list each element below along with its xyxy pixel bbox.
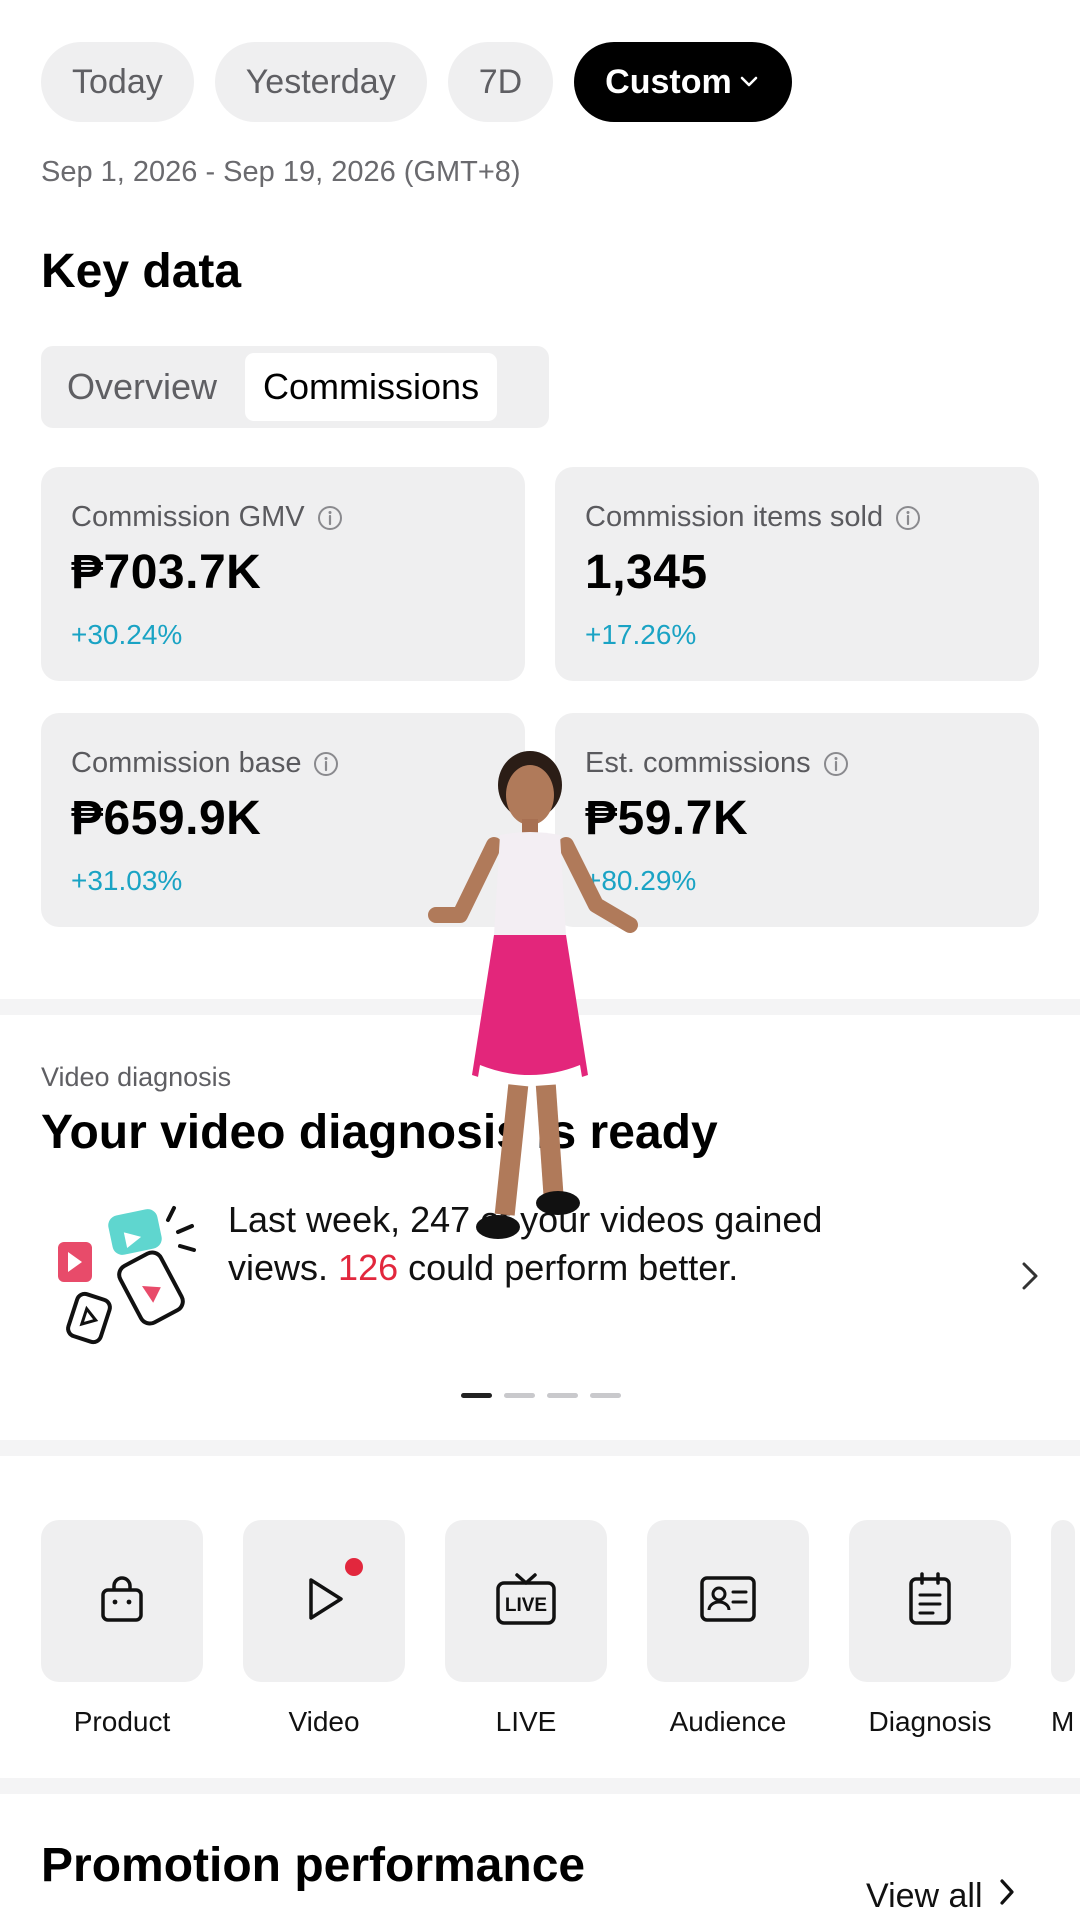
metric-label: Commission base [71, 747, 302, 779]
info-icon[interactable] [317, 505, 343, 531]
metric-delta: +30.24% [71, 619, 183, 650]
tool-video[interactable]: Video [243, 1520, 405, 1738]
chevron-right-icon [997, 1876, 1017, 1917]
carousel-dot[interactable] [504, 1393, 535, 1398]
carousel-dot[interactable] [590, 1393, 621, 1398]
carousel-dot[interactable] [547, 1393, 578, 1398]
metric-value: ₱703.7K [71, 546, 262, 599]
key-data-tabs: Overview Commissions [41, 346, 549, 428]
diagnosis-eyebrow: Video diagnosis [41, 1062, 232, 1092]
metric-delta: +31.03% [71, 865, 183, 896]
metric-value: ₱659.9K [71, 792, 262, 845]
info-icon[interactable] [823, 751, 849, 777]
info-icon[interactable] [313, 751, 339, 777]
view-all-link[interactable]: View all [866, 1876, 1017, 1917]
tab-overview[interactable]: Overview [47, 353, 237, 421]
filter-today-button[interactable]: Today [41, 42, 194, 122]
tool-diagnosis[interactable]: Diagnosis [849, 1520, 1011, 1738]
metric-label: Commission GMV [71, 501, 305, 533]
more-tool-icon [1051, 1520, 1075, 1682]
date-range-text: Sep 1, 2026 - Sep 19, 2026 (GMT+8) [41, 156, 521, 188]
tool-audience[interactable]: Audience [647, 1520, 809, 1738]
section-divider [0, 1778, 1080, 1794]
video-diagnosis-illustration-icon [52, 1200, 200, 1350]
promotion-performance-title: Promotion performance [41, 1839, 586, 1892]
tool-product[interactable]: Product [41, 1520, 203, 1738]
section-divider [0, 1440, 1080, 1456]
filter-7d-button[interactable]: 7D [447, 42, 554, 122]
tab-commissions[interactable]: Commissions [245, 353, 498, 421]
tools-row: Product Video LIVE LIVE Audience Diagnos… [41, 1520, 1075, 1738]
metric-delta: +17.26% [585, 619, 697, 650]
chevron-right-icon[interactable] [1016, 1256, 1044, 1296]
play-icon [297, 1572, 351, 1631]
metric-card-items-sold[interactable]: Commission items sold 1,345 +17.26% [555, 467, 1039, 681]
notification-dot [345, 1558, 363, 1576]
tool-live[interactable]: LIVE LIVE [445, 1520, 607, 1738]
underperforming-count: 126 [338, 1247, 399, 1288]
carousel-dot[interactable] [461, 1393, 492, 1398]
metric-label: Commission items sold [585, 501, 884, 533]
tool-more[interactable]: Ma [1051, 1520, 1075, 1738]
carousel-indicator [461, 1393, 621, 1398]
date-filter-pills: Today Yesterday 7D Custom [41, 42, 792, 122]
live-tv-icon: LIVE [495, 1571, 557, 1632]
info-icon[interactable] [895, 505, 921, 531]
id-card-icon [699, 1574, 757, 1629]
key-data-title: Key data [41, 245, 242, 298]
metric-card-commission-gmv[interactable]: Commission GMV ₱703.7K +30.24% [41, 467, 525, 681]
metric-value: 1,345 [585, 546, 708, 599]
filter-yesterday-button[interactable]: Yesterday [214, 42, 427, 122]
person-video-overlay [420, 745, 640, 1265]
shopping-bag-icon [95, 1572, 149, 1631]
clipboard-icon [906, 1571, 954, 1632]
chevron-down-icon [740, 76, 758, 88]
svg-text:LIVE: LIVE [505, 1595, 547, 1616]
filter-custom-button[interactable]: Custom [574, 42, 792, 122]
